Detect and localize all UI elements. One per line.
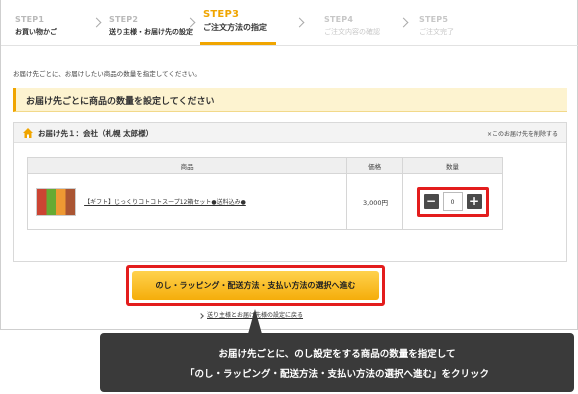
destination-panel: お届け先１：会社（札幌 太郎様） ×このお届け先を削除する 商品 価格 数量 【… — [13, 122, 567, 262]
banner-text: お届け先ごとに商品の数量を設定してください — [26, 97, 215, 107]
step-2-label: 送り主様・お届け先の設定 — [109, 28, 193, 36]
header-price: 価格 — [346, 157, 404, 174]
step-5-number: STEP5 — [419, 15, 449, 24]
step-1-label: お買い物かご — [15, 28, 57, 36]
page-frame: STEP1 お買い物かご STEP2 送り主様・お届け先の設定 STEP3 ご注… — [0, 0, 578, 330]
qty-cell: − 0 + — [402, 173, 503, 230]
header-product: 商品 — [26, 157, 348, 174]
delete-destination-link[interactable]: ×このお届け先を削除する — [487, 129, 558, 138]
increment-button[interactable]: + — [466, 193, 482, 209]
destination-header: お届け先１：会社（札幌 太郎様） ×このお届け先を削除する — [14, 123, 566, 143]
step-2-number: STEP2 — [109, 15, 139, 24]
chevron-right-icon — [198, 312, 204, 319]
callout-line-2: 「のし・ラッピング・配送方法・支払い方法の選択へ進む」をクリック — [184, 369, 489, 380]
callout-pointer — [248, 309, 262, 334]
home-icon — [23, 128, 33, 138]
destination-title: お届け先１：会社（札幌 太郎様） — [38, 129, 154, 138]
step-4: STEP4 ご注文内容の確認 — [324, 15, 380, 37]
step-4-label: ご注文内容の確認 — [324, 28, 380, 36]
instruction-callout: お届け先ごとに、のし設定をする商品の数量を指定して 「のし・ラッピング・配送方法… — [100, 333, 574, 392]
step-1-number: STEP1 — [15, 15, 45, 24]
step-progress: STEP1 お買い物かご STEP2 送り主様・お届け先の設定 STEP3 ご注… — [1, 0, 578, 46]
step-3-label: ご注文方法の指定 — [203, 23, 267, 32]
price-cell: 3,000円 — [346, 173, 404, 230]
quantity-stepper: − 0 + — [416, 186, 489, 217]
header-qty: 数量 — [402, 157, 503, 174]
cta-highlight: のし・ラッピング・配送方法・支払い方法の選択へ進む — [126, 265, 385, 306]
quantity-input[interactable]: 0 — [442, 191, 463, 211]
product-cell: 【ギフト】じっくりコトコトスープ12箱セット●送料込み● — [26, 173, 348, 230]
step-2: STEP2 送り主様・お届け先の設定 — [109, 15, 193, 37]
step-1: STEP1 お買い物かご — [15, 15, 57, 37]
chevron-right-icon — [398, 17, 409, 28]
step-5: STEP5 ご注文完了 — [419, 15, 454, 37]
active-step-underline — [200, 42, 276, 45]
proceed-to-options-button[interactable]: のし・ラッピング・配送方法・支払い方法の選択へ進む — [132, 271, 379, 300]
step-5-label: ご注文完了 — [419, 28, 454, 36]
table-row: 【ギフト】じっくりコトコトスープ12箱セット●送料込み● 3,000円 − 0 … — [26, 173, 503, 230]
intro-text: お届け先ごとに、お届けしたい商品の数量を指定してください。 — [13, 70, 201, 78]
step-3: STEP3 ご注文方法の指定 — [203, 9, 267, 33]
step-4-number: STEP4 — [324, 15, 354, 24]
product-name-link[interactable]: 【ギフト】じっくりコトコトスープ12箱セット●送料込み● — [84, 197, 246, 206]
step-3-number: STEP3 — [203, 9, 240, 20]
decrement-button[interactable]: − — [423, 193, 439, 209]
items-table: 商品 価格 数量 【ギフト】じっくりコトコトスープ12箱セット●送料込み● 3,… — [26, 157, 503, 230]
chevron-right-icon — [91, 17, 102, 28]
section-banner: お届け先ごとに商品の数量を設定してください — [13, 88, 567, 112]
product-thumbnail[interactable] — [36, 187, 76, 216]
chevron-right-icon — [294, 17, 305, 28]
callout-line-1: お届け先ごとに、のし設定をする商品の数量を指定して — [218, 349, 456, 360]
